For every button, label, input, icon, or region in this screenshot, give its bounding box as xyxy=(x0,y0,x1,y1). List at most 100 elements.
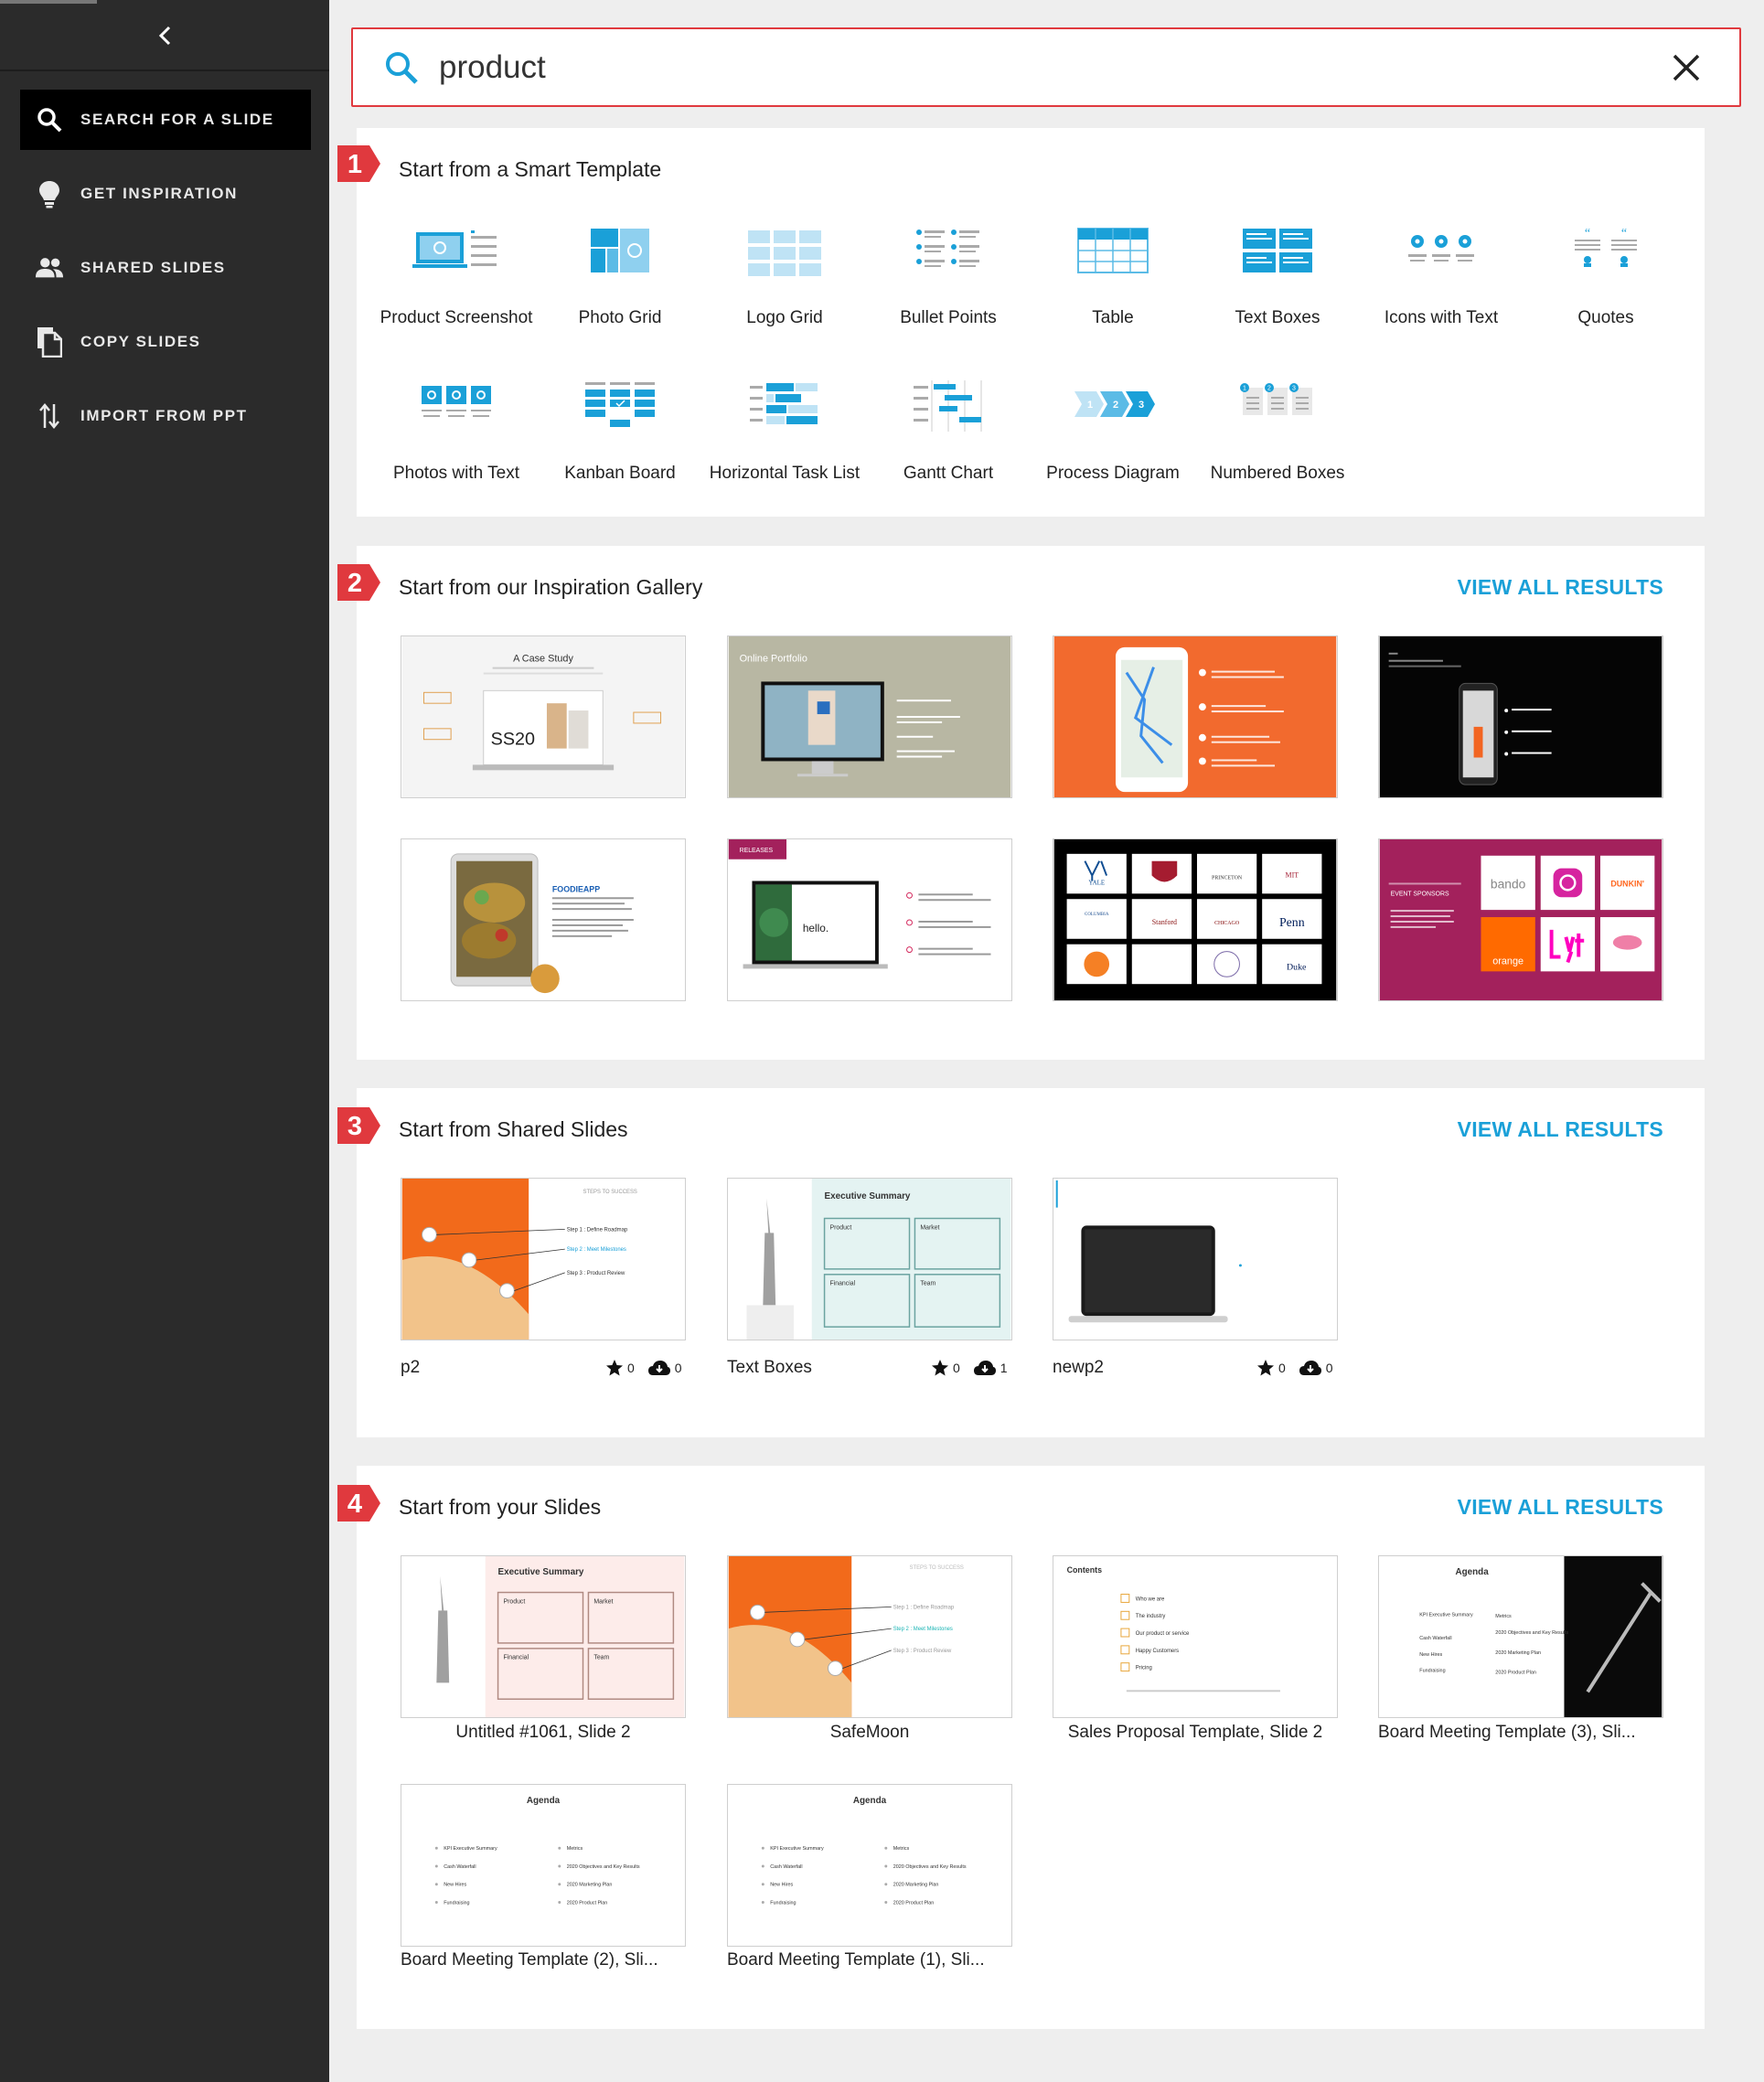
svg-text:2020 Product Plan: 2020 Product Plan xyxy=(1495,1671,1536,1676)
template-quotes[interactable]: ““ Quotes xyxy=(1523,223,1688,351)
svg-text:2020 Objectives and Key Result: 2020 Objectives and Key Results xyxy=(567,1864,640,1870)
sidebar-item-label: SEARCH FOR A SLIDE xyxy=(80,111,274,128)
star-icon xyxy=(606,1360,623,1376)
star-icon xyxy=(1257,1360,1274,1376)
inspiration-thumbnail[interactable]: EVENT SPONSORS bando DUNKIN' orange xyxy=(1378,838,1663,1001)
template-process-diagram[interactable]: 123 Process Diagram xyxy=(1031,379,1195,507)
view-all-inspiration-link[interactable]: VIEW ALL RESULTS xyxy=(1458,575,1663,600)
svg-text:Financial: Financial xyxy=(503,1655,529,1661)
svg-text:Executive Summary: Executive Summary xyxy=(825,1191,911,1201)
inspiration-thumbnail[interactable]: RELEASES hello. xyxy=(727,838,1012,1001)
inspiration-thumbnail[interactable]: Online Portfolio xyxy=(727,635,1012,798)
svg-text:Step 1 : Define Roadmap: Step 1 : Define Roadmap xyxy=(893,1605,955,1610)
your-slide-thumbnail[interactable]: Agenda KPI Executive Summary Cash Waterfa… xyxy=(401,1784,686,1947)
svg-text:“: “ xyxy=(1621,227,1627,240)
your-slide-name: Untitled #1061, Slide 2 xyxy=(455,1723,631,1742)
process-diagram-icon: 1 2 3 xyxy=(1074,391,1155,417)
svg-text:YALE: YALE xyxy=(1088,880,1105,886)
template-numbered-boxes[interactable]: 123 Numbered Boxes xyxy=(1195,379,1360,507)
gantt-chart-icon xyxy=(914,380,982,432)
svg-text:Online Portfolio: Online Portfolio xyxy=(740,654,807,665)
template-table[interactable]: Table xyxy=(1031,223,1195,351)
svg-text:Product: Product xyxy=(829,1224,851,1231)
sidebar-item-search[interactable]: SEARCH FOR A SLIDE xyxy=(20,90,311,150)
template-text-boxes[interactable]: Text Boxes xyxy=(1195,223,1360,351)
svg-text:Agenda: Agenda xyxy=(527,1796,561,1806)
svg-text:New Hires: New Hires xyxy=(444,1883,466,1888)
template-photos-with-text[interactable]: Photos with Text xyxy=(374,379,539,507)
view-all-yours-link[interactable]: VIEW ALL RESULTS xyxy=(1458,1495,1663,1520)
template-horizontal-task-list[interactable]: Horizontal Task List xyxy=(702,379,867,507)
svg-text:MIT: MIT xyxy=(1286,871,1299,880)
svg-text:Market: Market xyxy=(920,1224,939,1231)
sidebar-item-shared[interactable]: SHARED SLIDES xyxy=(20,238,311,298)
photos-with-text-icon xyxy=(422,386,491,417)
shared-slide-thumbnail[interactable]: Executive Summary Product Market Financial… xyxy=(727,1178,1012,1340)
shared-slide-thumbnail[interactable]: STEPS TO SUCCESS Step 1 : Define Roadmap S… xyxy=(401,1178,686,1340)
sidebar-item-label: SHARED SLIDES xyxy=(80,259,226,276)
sidebar-item-inspiration[interactable]: GET INSPIRATION xyxy=(20,164,311,224)
template-kanban-board[interactable]: Kanban Board xyxy=(538,379,702,507)
inspiration-thumbnail[interactable] xyxy=(1053,635,1338,798)
cloud-download-icon xyxy=(647,1361,670,1375)
sidebar-item-copy[interactable]: COPY SLIDES xyxy=(20,312,311,372)
your-slide-name: Sales Proposal Template, Slide 2 xyxy=(1067,1723,1323,1742)
shared-slide-thumbnail[interactable] xyxy=(1053,1178,1338,1340)
svg-text:bando: bando xyxy=(1491,876,1526,891)
inspiration-thumbnail[interactable]: YALE PRINCETON MIT COLUMBIA Stanford CHI… xyxy=(1053,838,1338,1001)
svg-text:KPI Executive Summary: KPI Executive Summary xyxy=(444,1846,497,1852)
template-icons-with-text[interactable]: Icons with Text xyxy=(1359,223,1523,351)
step-badge-4: 4 xyxy=(337,1485,380,1521)
shared-slide-name: Text Boxes xyxy=(727,1358,812,1377)
copy-icon xyxy=(35,327,64,358)
svg-text:COLUMBIA: COLUMBIA xyxy=(1085,913,1109,917)
your-slide-thumbnail[interactable]: Agenda KPI Executive Summary Cash Waterfa… xyxy=(727,1784,1012,1947)
inspiration-thumbnail[interactable] xyxy=(1378,635,1663,798)
svg-text:KPI Executive Summary: KPI Executive Summary xyxy=(770,1846,824,1852)
sidebar-item-import[interactable]: IMPORT FROM PPT xyxy=(20,386,311,446)
sidebar-item-label: IMPORT FROM PPT xyxy=(80,407,248,424)
star-icon xyxy=(932,1360,948,1376)
your-slide-thumbnail[interactable]: Agenda KPI Executive Summary Cash Waterfa… xyxy=(1378,1555,1663,1718)
view-all-shared-link[interactable]: VIEW ALL RESULTS xyxy=(1458,1117,1663,1142)
template-product-screenshot[interactable]: Product Screenshot xyxy=(374,223,539,351)
svg-text:Metrics: Metrics xyxy=(1495,1614,1512,1619)
svg-text:Team: Team xyxy=(593,1655,609,1661)
template-bullet-points[interactable]: Bullet Points xyxy=(866,223,1031,351)
template-gantt-chart[interactable]: Gantt Chart xyxy=(866,379,1031,507)
template-logo-grid[interactable]: Logo Grid xyxy=(702,223,867,351)
inspiration-thumbnail[interactable]: FOODIEAPP xyxy=(401,838,686,1001)
svg-text:Cash Waterfall: Cash Waterfall xyxy=(770,1864,802,1870)
svg-text:Agenda: Agenda xyxy=(853,1796,887,1806)
svg-text:orange: orange xyxy=(1492,956,1523,966)
svg-text:1: 1 xyxy=(347,150,362,179)
svg-text:Step 1 : Define Roadmap: Step 1 : Define Roadmap xyxy=(567,1227,628,1233)
sidebar-item-label: COPY SLIDES xyxy=(80,333,201,350)
svg-text:2020 Marketing Plan: 2020 Marketing Plan xyxy=(893,1883,939,1888)
svg-text:Cash Waterfall: Cash Waterfall xyxy=(444,1864,476,1870)
inspiration-thumbnail[interactable]: A Case Study SS20 xyxy=(401,635,686,798)
svg-text:Product: Product xyxy=(503,1598,525,1605)
clear-search-icon[interactable] xyxy=(1670,51,1703,84)
your-slide-thumbnail[interactable]: Executive Summary Product Market Financial… xyxy=(401,1555,686,1718)
svg-text:Market: Market xyxy=(593,1598,613,1605)
search-input[interactable] xyxy=(439,48,1628,86)
svg-text:A Case Study: A Case Study xyxy=(513,654,573,665)
import-icon xyxy=(35,401,64,431)
svg-text:FOODIEAPP: FOODIEAPP xyxy=(552,884,600,893)
template-photo-grid[interactable]: Photo Grid xyxy=(538,223,702,351)
svg-text:Step 2 : Meet Milestones: Step 2 : Meet Milestones xyxy=(893,1627,953,1632)
people-icon xyxy=(35,253,64,283)
svg-text:Contents: Contents xyxy=(1067,1565,1103,1575)
photo-grid-icon xyxy=(591,229,649,272)
collapse-sidebar-button[interactable] xyxy=(144,16,187,55)
quotes-icon: ““ xyxy=(1575,227,1637,267)
your-slide-thumbnail[interactable]: STEPS TO SUCCESS Step 1 : Define Roadmap S… xyxy=(727,1555,1012,1718)
svg-text:2020 Objectives and Key Result: 2020 Objectives and Key Results xyxy=(1495,1630,1568,1636)
step-badge-3: 3 xyxy=(337,1107,380,1144)
svg-text:2: 2 xyxy=(1267,386,1271,392)
section-title-inspiration: Start from our Inspiration Gallery xyxy=(399,575,703,599)
your-slide-thumbnail[interactable]: Contents Who we are The industry Our produ… xyxy=(1053,1555,1338,1718)
bullet-points-icon xyxy=(916,230,979,267)
svg-text:2020 Product Plan: 2020 Product Plan xyxy=(893,1901,935,1906)
